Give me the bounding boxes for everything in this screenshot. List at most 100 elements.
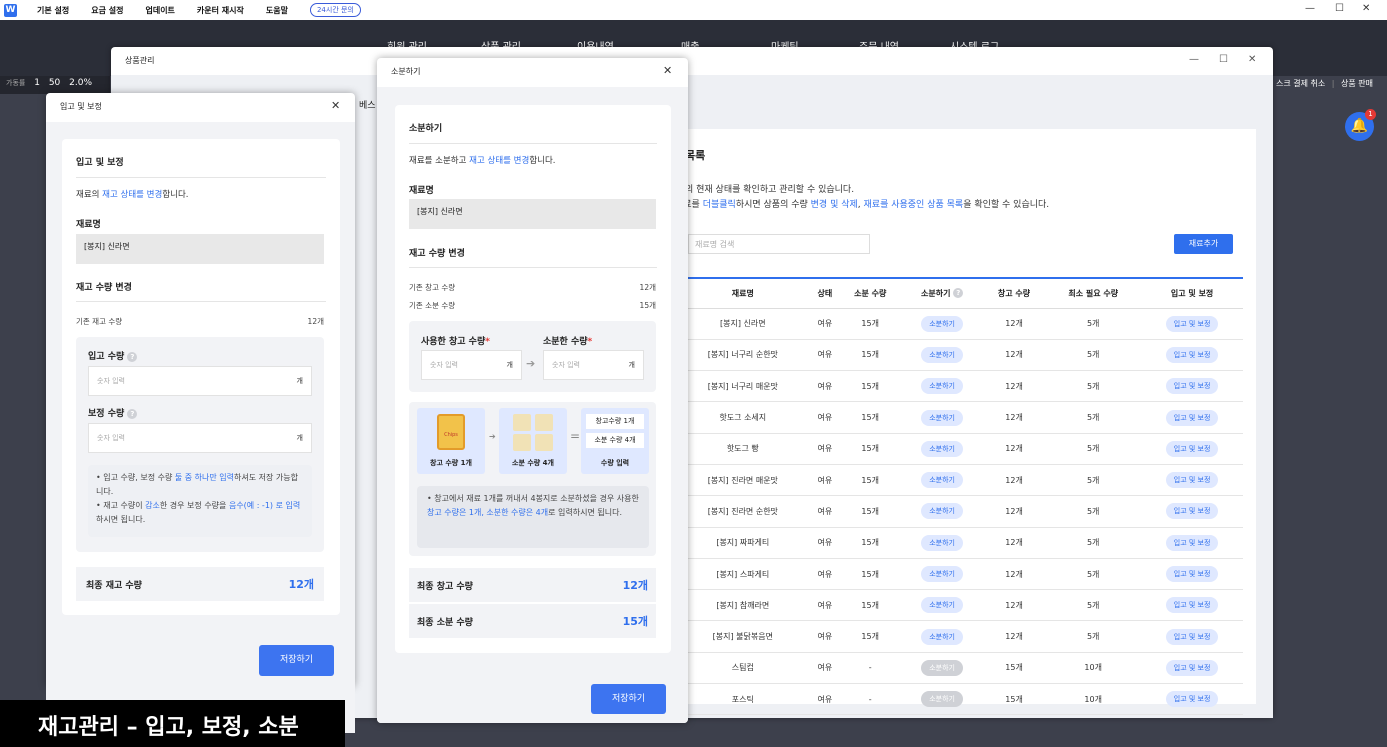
split-button[interactable]: 소분하기 bbox=[921, 628, 963, 645]
ingredient-name: [봉지] 스파게티 bbox=[675, 558, 811, 591]
status: 여유 bbox=[810, 433, 840, 465]
split-button[interactable]: 소분하기 bbox=[921, 409, 963, 426]
product-sale-button[interactable]: 상품 판매 bbox=[1341, 79, 1373, 88]
menu-update[interactable]: 업데이트 bbox=[145, 5, 174, 16]
action-cell: 입고 및 보정 bbox=[1141, 370, 1243, 403]
table-row[interactable]: [봉지] 참깨라면 여유 15개 소분하기 12개 5개 입고 및 보정 bbox=[675, 589, 1243, 622]
stock-qty: 12개 bbox=[982, 527, 1046, 559]
intake-adjust-button[interactable]: 입고 및 보정 bbox=[1165, 566, 1219, 583]
help-icon[interactable]: ? bbox=[127, 408, 138, 419]
arrow-right-icon: ➔ bbox=[489, 432, 496, 441]
intake-adjust-button[interactable]: 입고 및 보정 bbox=[1165, 534, 1219, 551]
minimize-icon[interactable]: — bbox=[1189, 54, 1199, 65]
stats-bar: 가동률 1 50 2.0% bbox=[0, 76, 110, 94]
table-row[interactable]: [봉지] 신라면 여유 15개 소분하기 12개 5개 입고 및 보정 bbox=[675, 308, 1243, 340]
close-icon[interactable]: ✕ bbox=[1248, 54, 1256, 65]
maximize-icon[interactable]: ☐ bbox=[1219, 54, 1228, 65]
menu-fee-settings[interactable]: 요금 설정 bbox=[91, 5, 123, 16]
column-header: 상태 bbox=[810, 279, 840, 309]
ingredient-search-input[interactable]: 재료명 검색 bbox=[688, 234, 870, 254]
tab-partial[interactable]: 베스 bbox=[359, 98, 376, 111]
name-label: 재료명 bbox=[409, 186, 434, 196]
status: 여유 bbox=[810, 527, 840, 559]
status: 여유 bbox=[810, 589, 840, 622]
app-logo-icon: W bbox=[4, 3, 17, 17]
maximize-icon[interactable]: ☐ bbox=[1335, 3, 1344, 14]
section-title: 소분하기 bbox=[409, 124, 443, 134]
split-button[interactable]: 소분하기 bbox=[921, 346, 963, 363]
table-row[interactable]: 포스틱 여유 - 소분하기 15개 10개 입고 및 보정 bbox=[675, 683, 1243, 716]
ingredient-name: [봉지] 진라면 매운맛 bbox=[675, 464, 811, 497]
divider bbox=[76, 301, 326, 302]
notification-bell-icon[interactable]: 🔔 1 bbox=[1345, 109, 1376, 141]
help-icon[interactable]: ? bbox=[953, 288, 964, 299]
help-icon[interactable]: ? bbox=[127, 351, 138, 362]
table-row[interactable]: 핫도그 빵 여유 15개 소분하기 12개 5개 입고 및 보정 bbox=[675, 433, 1243, 465]
split-button[interactable]: 소분하기 bbox=[921, 378, 963, 395]
close-icon[interactable]: ✕ bbox=[663, 64, 672, 77]
intake-adjust-button[interactable]: 입고 및 보정 bbox=[1165, 315, 1219, 332]
menu-counter-restart[interactable]: 카운터 재시작 bbox=[197, 5, 244, 16]
split-button[interactable]: 소분하기 bbox=[921, 566, 963, 583]
split-button[interactable]: 소분하기 bbox=[921, 503, 963, 520]
stock-qty: 12개 bbox=[982, 308, 1046, 340]
action-cell: 입고 및 보정 bbox=[1141, 339, 1243, 372]
sub-qty: 15개 bbox=[839, 527, 902, 559]
intake-adjust-button[interactable]: 입고 및 보정 bbox=[1165, 409, 1219, 426]
inquiry-button[interactable]: 24시간 문의 bbox=[309, 3, 361, 17]
table-row[interactable]: 핫도그 소세지 여유 15개 소분하기 12개 5개 입고 및 보정 bbox=[675, 401, 1243, 434]
split-cell: 소분하기 bbox=[901, 620, 983, 653]
split-dialog: 소분하기 ✕ 소분하기 재료를 소분하고 재고 상태를 변경합니다. 재료명 [… bbox=[377, 58, 688, 723]
table-row[interactable]: [봉지] 진라면 순한맛 여유 15개 소분하기 12개 5개 입고 및 보정 bbox=[675, 495, 1243, 528]
current-stock-row: 기존 재고 수량 12개 bbox=[76, 317, 324, 326]
table-row[interactable]: [봉지] 짜파게티 여유 15개 소분하기 12개 5개 입고 및 보정 bbox=[675, 527, 1243, 559]
status: 여유 bbox=[810, 495, 840, 528]
stock-qty: 15개 bbox=[982, 652, 1046, 685]
desk-payment-cancel-button[interactable]: 스크 결제 취소 bbox=[1276, 79, 1325, 88]
adj-qty-input[interactable]: 숫자 입력 개 bbox=[88, 423, 312, 453]
add-ingredient-button[interactable]: 재료추가 bbox=[1174, 234, 1233, 254]
intake-adjust-button[interactable]: 입고 및 보정 bbox=[1165, 378, 1219, 395]
ingredient-name: [봉지] 불닭볶음면 bbox=[675, 620, 811, 653]
table-row[interactable]: [봉지] 스파게티 여유 15개 소분하기 12개 5개 입고 및 보정 bbox=[675, 558, 1243, 591]
table-row[interactable]: [봉지] 진라면 매운맛 여유 15개 소분하기 12개 5개 입고 및 보정 bbox=[675, 464, 1243, 497]
save-button[interactable]: 저장하기 bbox=[259, 645, 334, 676]
column-header: 재료명 bbox=[675, 279, 811, 309]
caption-banner: 재고관리 – 입고, 보정, 소분 bbox=[0, 700, 345, 747]
split-cell: 소분하기 bbox=[901, 683, 983, 716]
menu-basic-settings[interactable]: 기본 설정 bbox=[37, 5, 69, 16]
table-row[interactable]: 스팀컵 여유 - 소분하기 15개 10개 입고 및 보정 bbox=[675, 652, 1243, 685]
save-button[interactable]: 저장하기 bbox=[591, 684, 666, 714]
minimize-icon[interactable]: — bbox=[1305, 3, 1315, 14]
result-caption: 수량 입력 bbox=[600, 459, 630, 467]
stock-qty: 12개 bbox=[982, 339, 1046, 372]
intake-adjust-button[interactable]: 입고 및 보정 bbox=[1165, 503, 1219, 520]
intake-adjust-button[interactable]: 입고 및 보정 bbox=[1165, 659, 1219, 676]
stock-qty: 12개 bbox=[982, 401, 1046, 434]
intake-adjust-button[interactable]: 입고 및 보정 bbox=[1165, 472, 1219, 489]
menu-help[interactable]: 도움말 bbox=[266, 5, 288, 16]
intake-adjust-button[interactable]: 입고 및 보정 bbox=[1165, 691, 1219, 708]
split-button[interactable]: 소분하기 bbox=[921, 691, 963, 708]
used-qty-input[interactable]: 숫자 입력 개 bbox=[421, 350, 522, 380]
close-icon[interactable]: ✕ bbox=[1362, 3, 1370, 14]
action-cell: 입고 및 보정 bbox=[1141, 558, 1243, 591]
table-row[interactable]: [봉지] 너구리 매운맛 여유 15개 소분하기 12개 5개 입고 및 보정 bbox=[675, 370, 1243, 403]
intake-adjust-button[interactable]: 입고 및 보정 bbox=[1165, 346, 1219, 363]
split-button[interactable]: 소분하기 bbox=[921, 315, 963, 332]
close-icon[interactable]: ✕ bbox=[331, 99, 340, 112]
intake-adjust-button[interactable]: 입고 및 보정 bbox=[1165, 628, 1219, 645]
in-qty-input[interactable]: 숫자 입력 개 bbox=[88, 366, 312, 396]
split-button[interactable]: 소분하기 bbox=[921, 597, 963, 614]
split-button[interactable]: 소분하기 bbox=[921, 659, 963, 676]
split-button[interactable]: 소분하기 bbox=[921, 534, 963, 551]
intake-adjust-button[interactable]: 입고 및 보정 bbox=[1165, 440, 1219, 457]
split-qty-input[interactable]: 숫자 입력 개 bbox=[543, 350, 644, 380]
final-stock-row: 최종 창고 수량 12개 bbox=[409, 568, 656, 602]
split-button[interactable]: 소분하기 bbox=[921, 472, 963, 489]
table-row[interactable]: [봉지] 너구리 순한맛 여유 15개 소분하기 12개 5개 입고 및 보정 bbox=[675, 339, 1243, 372]
split-button[interactable]: 소분하기 bbox=[921, 440, 963, 457]
equals-icon: = bbox=[570, 429, 581, 443]
intake-adjust-button[interactable]: 입고 및 보정 bbox=[1165, 597, 1219, 614]
table-row[interactable]: [봉지] 불닭볶음면 여유 15개 소분하기 12개 5개 입고 및 보정 bbox=[675, 620, 1243, 653]
